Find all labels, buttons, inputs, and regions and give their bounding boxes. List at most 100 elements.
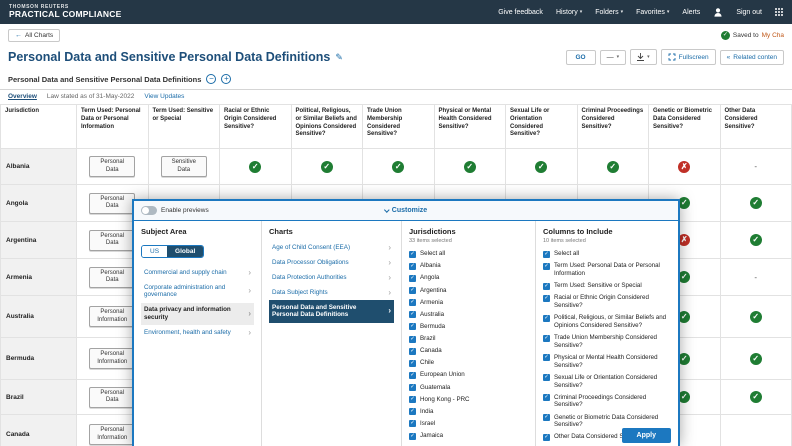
folders-menu[interactable]: Folders▾ (595, 9, 623, 16)
account-button[interactable] (713, 7, 723, 17)
column-option[interactable]: ✓Term Used: Sensitive or Special (543, 280, 671, 292)
column-option[interactable]: ✓Criminal Proceedings Considered Sensiti… (543, 392, 671, 412)
checkbox-checked-icon[interactable]: ✓ (409, 336, 416, 343)
checkbox-checked-icon[interactable]: ✓ (409, 420, 416, 427)
term-chip[interactable]: Personal Information (89, 348, 135, 369)
favorites-menu[interactable]: Favorites▾ (636, 9, 669, 16)
checkbox-checked-icon[interactable]: ✓ (409, 372, 416, 379)
checkbox-checked-icon[interactable]: ✓ (409, 408, 416, 415)
apply-button[interactable]: Apply (622, 428, 671, 443)
term-chip[interactable]: Personal Data (89, 193, 135, 214)
subject-area-item[interactable]: Commercial and supply chain› (141, 265, 254, 280)
jurisdiction-option[interactable]: ✓European Union (409, 369, 528, 381)
checkbox-checked-icon[interactable]: ✓ (409, 384, 416, 391)
column-option[interactable]: ✓Sexual Life or Orientation Considered S… (543, 372, 671, 392)
term-chip[interactable]: Personal Data (89, 230, 135, 251)
checkbox-checked-icon[interactable]: ✓ (409, 275, 416, 282)
region-tab-us[interactable]: US (142, 246, 167, 257)
options-dropdown-button[interactable]: —▾ (600, 50, 627, 65)
checkbox-checked-icon[interactable]: ✓ (543, 374, 550, 381)
checkbox-checked-icon[interactable]: ✓ (543, 434, 550, 441)
term-chip[interactable]: Personal Information (89, 424, 135, 445)
overview-tab[interactable]: Overview (8, 93, 37, 100)
checkbox-checked-icon[interactable]: ✓ (543, 354, 550, 361)
checkbox-checked-icon[interactable]: ✓ (543, 315, 550, 322)
brand-logo[interactable]: THOMSON REUTERS PRACTICAL COMPLIANCE (9, 5, 121, 20)
term-chip[interactable]: Sensitive Data (161, 156, 207, 177)
column-option[interactable]: ✓Political, Religious, or Similar Belief… (543, 312, 671, 332)
fullscreen-button[interactable]: Fullscreen (661, 49, 716, 65)
column-option[interactable]: ✓Racial or Ethnic Origin Considered Sens… (543, 292, 671, 312)
chart-item[interactable]: Data Protection Authorities› (269, 270, 394, 285)
customize-collapse-button[interactable]: Customize (385, 207, 427, 214)
checkbox-checked-icon[interactable]: ✓ (409, 360, 416, 367)
column-option[interactable]: ✓Physical or Mental Health Considered Se… (543, 352, 671, 372)
checkbox-checked-icon[interactable]: ✓ (543, 263, 550, 270)
checkbox-checked-icon[interactable]: ✓ (409, 433, 416, 440)
chart-item[interactable]: Data Subject Rights› (269, 285, 394, 300)
jurisdiction-option[interactable]: ✓Guatemala (409, 381, 528, 393)
jurisdiction-option[interactable]: ✓Albania (409, 260, 528, 272)
chart-tab[interactable]: Personal Data and Sensitive Personal Dat… (8, 75, 201, 84)
checkbox-checked-icon[interactable]: ✓ (409, 311, 416, 318)
checkbox-checked-icon[interactable]: ✓ (543, 414, 550, 421)
checkbox-checked-icon[interactable]: ✓ (543, 394, 550, 401)
history-menu[interactable]: History▾ (556, 9, 582, 16)
jurisdiction-option[interactable]: ✓Select all (409, 248, 528, 260)
term-chip[interactable]: Personal Data (89, 267, 135, 288)
edit-title-icon[interactable]: ✎ (335, 52, 343, 63)
give-feedback-link[interactable]: Give feedback (498, 9, 543, 16)
term-chip[interactable]: Personal Data (89, 156, 135, 177)
sign-out-link[interactable]: Sign out (736, 9, 762, 16)
chart-item[interactable]: Personal Data and Sensitive Personal Dat… (269, 300, 394, 323)
checkbox-checked-icon[interactable]: ✓ (409, 348, 416, 355)
checkbox-checked-icon[interactable]: ✓ (543, 295, 550, 302)
chart-item[interactable]: Age of Child Consent (EEA)› (269, 240, 394, 255)
download-dropdown-button[interactable]: ▾ (630, 49, 657, 65)
all-charts-back-button[interactable]: ← All Charts (8, 29, 60, 42)
jurisdiction-option[interactable]: ✓Chile (409, 357, 528, 369)
saved-folder-link[interactable]: My Cha (762, 32, 784, 39)
column-option[interactable]: ✓Select all (543, 248, 671, 260)
jurisdiction-option[interactable]: ✓Australia (409, 309, 528, 321)
checkbox-checked-icon[interactable]: ✓ (543, 335, 550, 342)
jurisdiction-option[interactable]: ✓Angola (409, 272, 528, 284)
jurisdiction-option[interactable]: ✓Argentina (409, 284, 528, 296)
checkbox-checked-icon[interactable]: ✓ (409, 299, 416, 306)
jurisdiction-cell: Brazil (1, 380, 77, 415)
checkbox-checked-icon[interactable]: ✓ (543, 283, 550, 290)
charts-title: Charts (269, 227, 394, 236)
chart-item[interactable]: Data Processor Obligations› (269, 255, 394, 270)
checkbox-checked-icon[interactable]: ✓ (409, 287, 416, 294)
region-tab-global[interactable]: Global (167, 246, 203, 257)
apps-grid-icon[interactable] (775, 8, 783, 16)
jurisdiction-option[interactable]: ✓Canada (409, 345, 528, 357)
jurisdiction-option[interactable]: ✓Bermuda (409, 321, 528, 333)
subject-area-item[interactable]: Data privacy and information security› (141, 303, 254, 326)
remove-chart-tab-icon[interactable]: − (206, 74, 216, 84)
jurisdiction-option[interactable]: ✓Armenia (409, 297, 528, 309)
checkbox-checked-icon[interactable]: ✓ (409, 251, 416, 258)
checkbox-checked-icon[interactable]: ✓ (543, 251, 550, 258)
term-chip[interactable]: Personal Information (89, 306, 135, 327)
view-updates-link[interactable]: View Updates (144, 93, 184, 100)
subject-area-item[interactable]: Environment, health and safety› (141, 325, 254, 340)
subject-area-item[interactable]: Corporate administration and governance› (141, 280, 254, 303)
alerts-link[interactable]: Alerts (682, 9, 700, 16)
jurisdiction-option[interactable]: ✓Brazil (409, 333, 528, 345)
checkbox-checked-icon[interactable]: ✓ (409, 263, 416, 270)
related-content-button[interactable]: « Related conten (720, 50, 784, 65)
checkbox-checked-icon[interactable]: ✓ (409, 396, 416, 403)
column-option[interactable]: ✓Trade Union Membership Considered Sensi… (543, 332, 671, 352)
column-option[interactable]: ✓Term Used: Personal Data or Personal In… (543, 260, 671, 280)
go-button[interactable]: GO (566, 50, 596, 65)
jurisdiction-cell: Canada (1, 415, 77, 446)
add-chart-tab-icon[interactable]: + (221, 74, 231, 84)
jurisdiction-option[interactable]: ✓Israel (409, 418, 528, 430)
jurisdiction-option[interactable]: ✓Hong Kong - PRC (409, 394, 528, 406)
jurisdiction-option[interactable]: ✓Jamaica (409, 430, 528, 442)
jurisdiction-option[interactable]: ✓India (409, 406, 528, 418)
checkbox-checked-icon[interactable]: ✓ (409, 323, 416, 330)
term-chip[interactable]: Personal Data (89, 387, 135, 408)
enable-previews-toggle[interactable] (141, 206, 157, 215)
